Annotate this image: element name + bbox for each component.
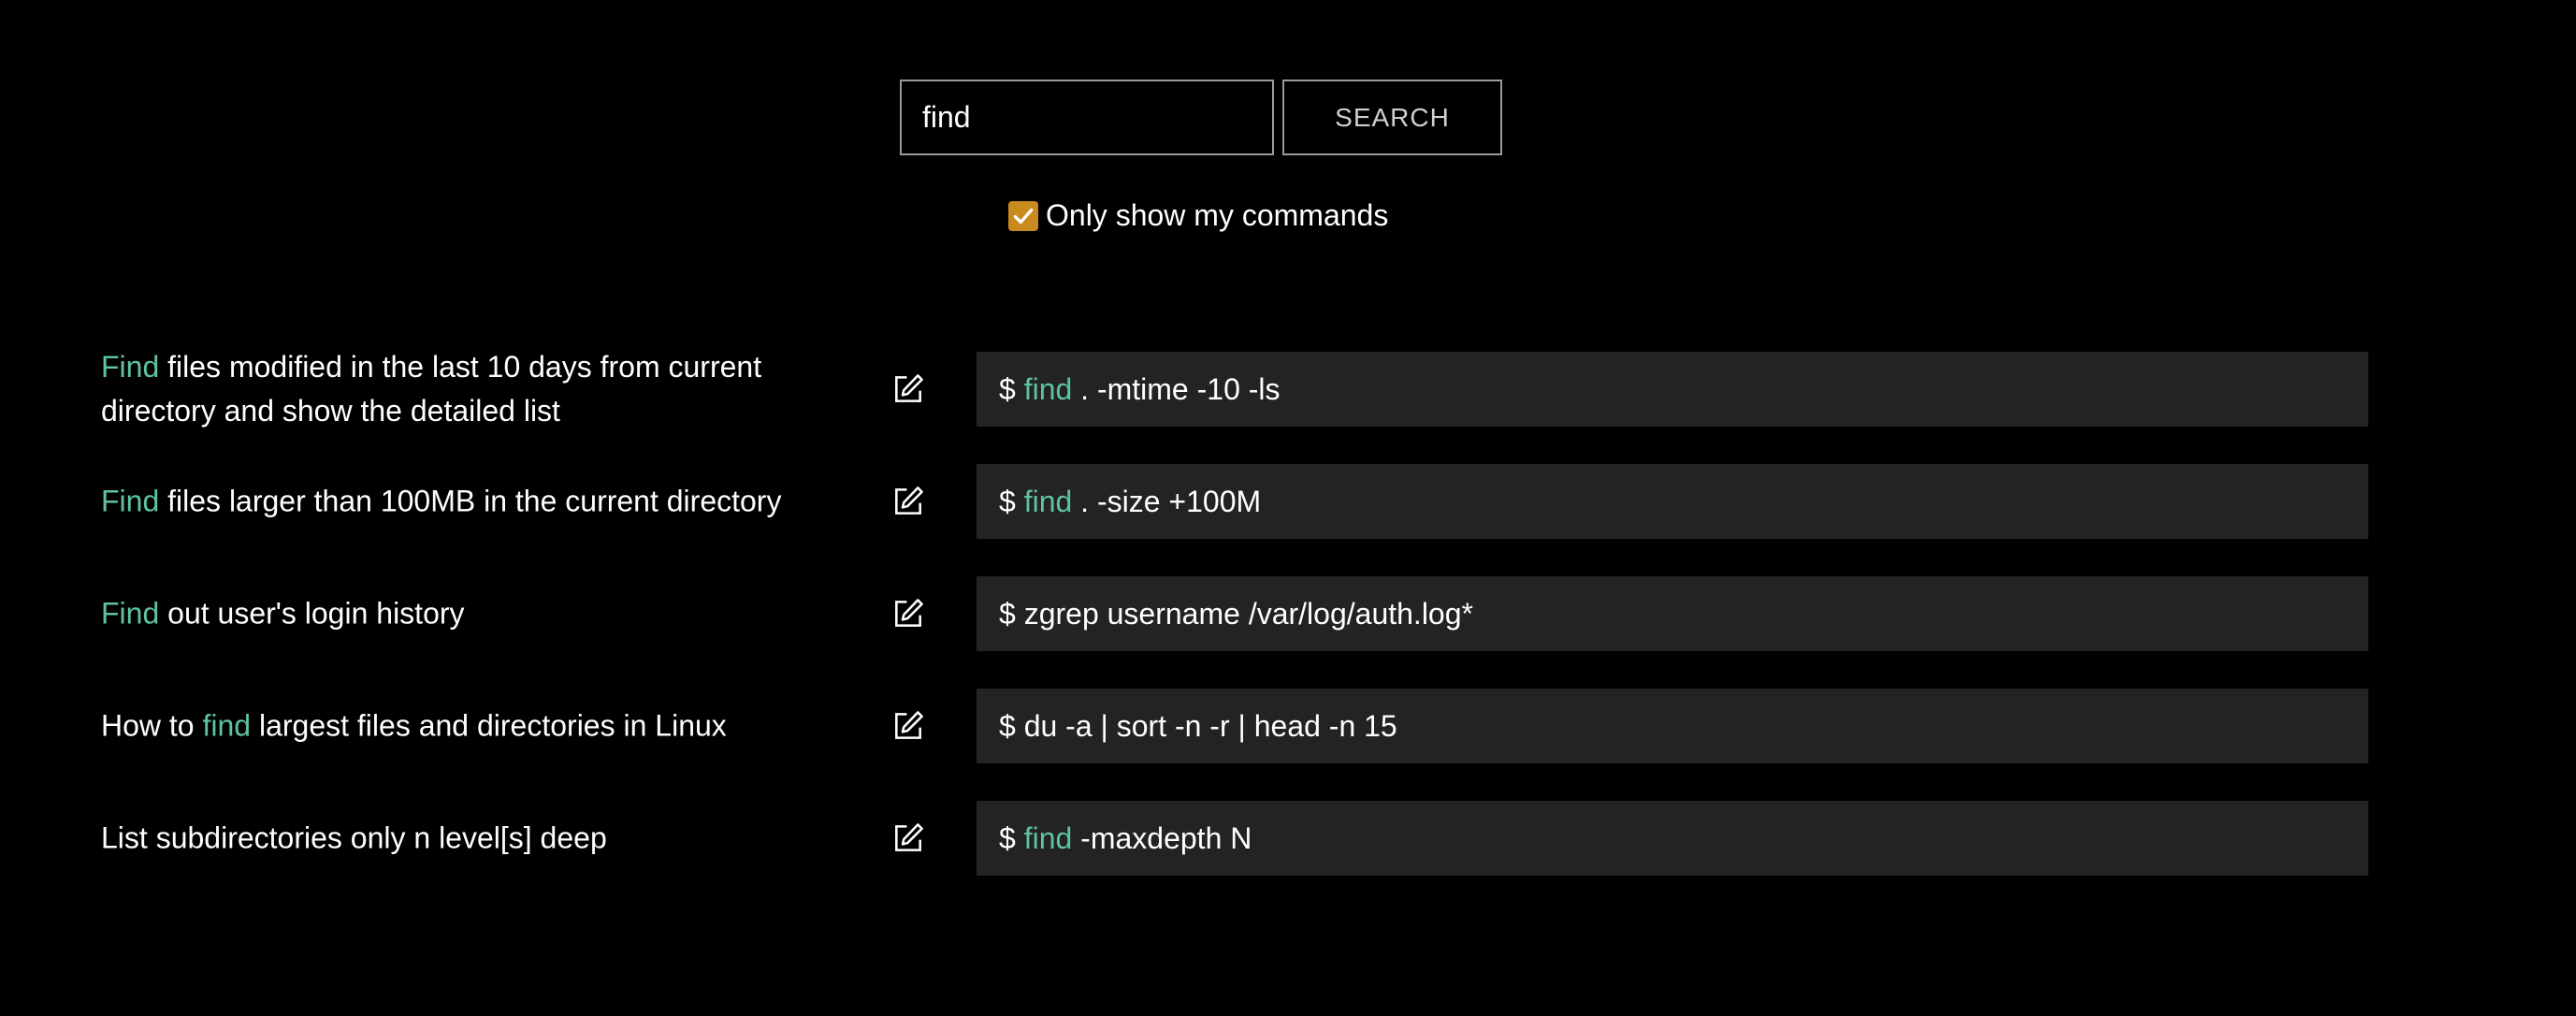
desc-text: largest files and directories in Linux [251, 708, 727, 743]
edit-icon[interactable] [890, 708, 926, 744]
only-my-commands-checkbox[interactable] [1008, 200, 1038, 231]
search-input[interactable] [900, 80, 1274, 155]
result-description: Find out user's login history [101, 592, 831, 636]
command-match: find [1023, 371, 1073, 406]
command-match: find [1023, 484, 1073, 518]
edit-icon[interactable] [890, 820, 926, 856]
command-prompt: $ [999, 596, 1024, 631]
desc-match: Find [101, 484, 160, 518]
result-description: How to find largest files and directorie… [101, 704, 831, 748]
command-box[interactable]: $ find . -mtime -10 -ls [977, 352, 2368, 427]
command-prompt: $ [999, 708, 1024, 743]
command-text: . -mtime -10 -ls [1072, 371, 1281, 406]
desc-match: Find [101, 350, 160, 384]
result-row: Find files larger than 100MB in the curr… [0, 464, 2576, 539]
only-my-commands-label: Only show my commands [1046, 198, 1389, 232]
command-box[interactable]: $ zgrep username /var/log/auth.log* [977, 576, 2368, 651]
result-description: Find files larger than 100MB in the curr… [101, 480, 831, 524]
command-prompt: $ [999, 820, 1024, 855]
desc-text: How to [101, 708, 203, 743]
result-description: List subdirectories only n level[s] deep [101, 817, 831, 861]
desc-text: out user's login history [159, 596, 465, 631]
command-prompt: $ [999, 484, 1024, 518]
edit-icon[interactable] [890, 484, 926, 519]
command-box[interactable]: $ find -maxdepth N [977, 801, 2368, 876]
desc-match: Find [101, 596, 160, 631]
search-bar: SEARCH [900, 80, 1502, 155]
command-text: du -a | sort -n -r | head -n 15 [1023, 708, 1397, 743]
search-button[interactable]: SEARCH [1282, 80, 1502, 155]
desc-text: List subdirectories only n level[s] deep [101, 820, 607, 855]
command-search-page: SEARCH Only show my commands Find files … [0, 0, 2576, 1016]
desc-text: files larger than 100MB in the current d… [159, 484, 782, 518]
results-list: Find files modified in the last 10 days … [0, 350, 2576, 913]
result-row: Find out user's login history $ zgrep us… [0, 576, 2576, 651]
command-box[interactable]: $ find . -size +100M [977, 464, 2368, 539]
desc-match: find [202, 708, 252, 743]
result-row: How to find largest files and directorie… [0, 689, 2576, 763]
desc-text: files modified in the last 10 days from … [101, 350, 762, 428]
only-my-commands-filter[interactable]: Only show my commands [1008, 198, 1388, 233]
result-row: Find files modified in the last 10 days … [0, 350, 2576, 428]
check-icon [1013, 208, 1034, 224]
command-box[interactable]: $ du -a | sort -n -r | head -n 15 [977, 689, 2368, 763]
command-text: . -size +100M [1072, 484, 1262, 518]
result-description: Find files modified in the last 10 days … [101, 345, 831, 433]
edit-icon[interactable] [890, 371, 926, 407]
result-row: List subdirectories only n level[s] deep… [0, 801, 2576, 876]
command-match: find [1023, 820, 1073, 855]
edit-icon[interactable] [890, 596, 926, 631]
command-text: -maxdepth N [1072, 820, 1252, 855]
command-text: zgrep username /var/log/auth.log* [1023, 596, 1473, 631]
command-prompt: $ [999, 371, 1024, 406]
